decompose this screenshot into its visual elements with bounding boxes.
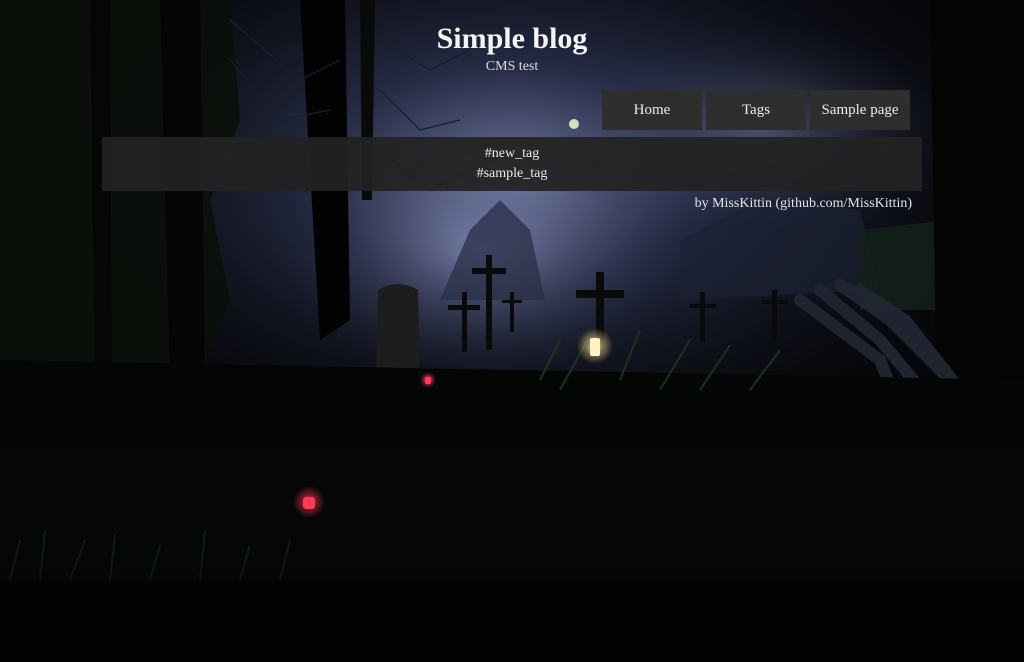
nav-sample-page-button[interactable]: Sample page	[810, 90, 910, 130]
site-title[interactable]: Simple blog	[0, 22, 1024, 56]
tag-link-new-tag[interactable]: #new_tag	[485, 144, 539, 164]
site-subtitle: CMS test	[485, 59, 539, 74]
author-credit: by MissKittin (github.com/MissKittin)	[694, 196, 912, 211]
nav-tags-button[interactable]: Tags	[706, 90, 806, 130]
main-navigation: Home Tags Sample page	[602, 90, 910, 130]
tag-link-sample-tag[interactable]: #sample_tag	[477, 164, 548, 184]
site-header: Simple blog CMS test	[0, 22, 1024, 75]
nav-home-button[interactable]: Home	[602, 90, 702, 130]
tags-list-panel: #new_tag #sample_tag	[102, 137, 922, 191]
